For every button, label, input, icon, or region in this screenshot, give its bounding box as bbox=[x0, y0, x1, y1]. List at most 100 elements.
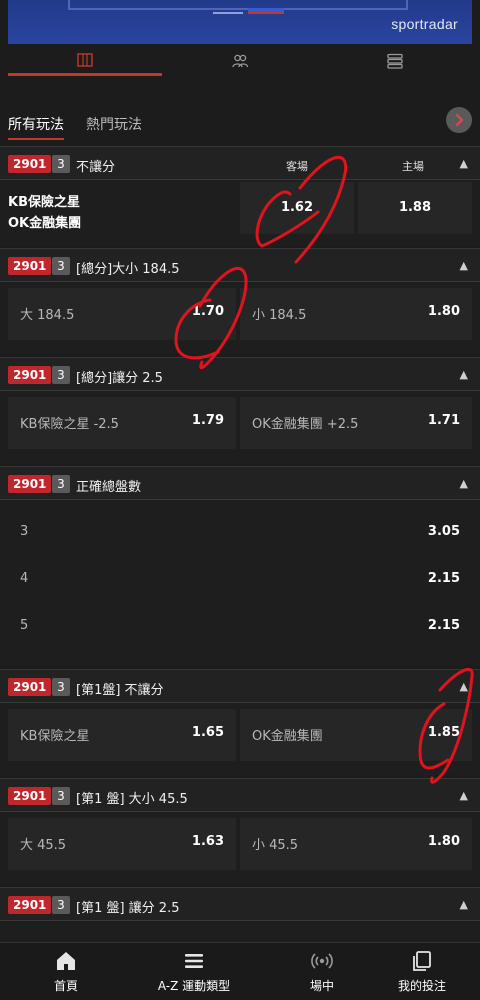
correct-sets-option[interactable]: 5 2.15 bbox=[8, 603, 472, 649]
market-count-badge: 3 bbox=[52, 475, 70, 493]
market-id-badge: 2901 bbox=[8, 787, 52, 805]
nav-my-bets-label: 我的投注 bbox=[397, 979, 446, 993]
option-odds: 2.15 bbox=[427, 571, 460, 586]
market-header[interactable]: 2901 3 [第1 盤] 讓分 2.5 ▲ bbox=[0, 887, 480, 921]
bet-type-tabs: 所有玩法 熱門玩法 bbox=[0, 108, 480, 140]
away-odds-button[interactable]: 1.62 bbox=[240, 182, 354, 234]
away-column-header: 客場 bbox=[286, 160, 308, 173]
market-title: 正確總盤數 bbox=[76, 480, 142, 495]
market-title: [第1 盤] 讓分 2.5 bbox=[76, 901, 180, 916]
market-id-badge: 2901 bbox=[8, 678, 52, 696]
nav-live-label: 場中 bbox=[309, 979, 334, 993]
home-handicap-button[interactable]: OK金融集團 +2.5 1.71 bbox=[240, 397, 472, 449]
market-count-badge: 3 bbox=[52, 257, 70, 275]
away-odds-button[interactable]: KB保險之星 1.65 bbox=[8, 709, 236, 761]
option-odds: 3.05 bbox=[427, 524, 460, 539]
away-team-label: KB保險之星 bbox=[20, 729, 90, 744]
collapse-icon[interactable]: ▲ bbox=[460, 680, 468, 693]
nav-sports-label: A-Z 運動類型 bbox=[157, 979, 231, 993]
market-id-badge: 2901 bbox=[8, 155, 52, 173]
tab-scoreboard[interactable] bbox=[8, 46, 162, 76]
odds-row: KB保險之星 1.65 OK金融集團 1.85 bbox=[8, 709, 472, 761]
collapse-icon[interactable]: ▲ bbox=[460, 898, 468, 911]
collapse-icon[interactable]: ▲ bbox=[460, 259, 468, 272]
team-home-name: OK金融集團 bbox=[8, 216, 82, 231]
market-header[interactable]: 2901 3 不讓分 客場 主場 ▲ bbox=[0, 146, 480, 180]
stream-banner: sportradar bbox=[0, 0, 480, 44]
under-odds-button[interactable]: 小 45.5 1.80 bbox=[240, 818, 472, 870]
away-handicap-odds: 1.79 bbox=[191, 413, 224, 428]
over-label: 大 184.5 bbox=[20, 308, 75, 323]
market-id-badge: 2901 bbox=[8, 475, 52, 493]
menu-icon bbox=[185, 954, 203, 968]
home-odds-button[interactable]: 1.88 bbox=[358, 182, 472, 234]
market-set1-handicap: 2901 3 [第1 盤] 讓分 2.5 ▲ bbox=[0, 887, 480, 947]
correct-sets-option[interactable]: 4 2.15 bbox=[8, 556, 472, 602]
under-odds: 1.80 bbox=[427, 304, 460, 319]
collapse-icon[interactable]: ▲ bbox=[460, 789, 468, 802]
next-button[interactable] bbox=[446, 107, 472, 133]
over-odds: 1.70 bbox=[191, 304, 224, 319]
market-title: [第1盤] 不讓分 bbox=[76, 683, 164, 698]
under-odds: 1.80 bbox=[427, 834, 460, 849]
market-header[interactable]: 2901 3 正確總盤數 ▲ bbox=[0, 466, 480, 500]
tab-list[interactable] bbox=[318, 46, 472, 76]
scoreboard-icon bbox=[77, 52, 93, 67]
away-odds: 1.65 bbox=[191, 725, 224, 740]
market-count-badge: 3 bbox=[52, 896, 70, 914]
market-header[interactable]: 2901 3 [第1 盤] 大小 45.5 ▲ bbox=[0, 778, 480, 812]
team-away-name: KB保險之星 bbox=[8, 195, 80, 210]
bottom-navigation: 首頁 A-Z 運動類型 場中 我的投注 bbox=[0, 942, 480, 1000]
home-odds: 1.85 bbox=[427, 725, 460, 740]
live-broadcast-icon bbox=[311, 953, 333, 969]
list-icon bbox=[387, 53, 403, 69]
odds-row: KB保險之星 -2.5 1.79 OK金融集團 +2.5 1.71 bbox=[8, 397, 472, 449]
odds-row: 大 45.5 1.63 小 45.5 1.80 bbox=[8, 818, 472, 870]
market-set1-total: 2901 3 [第1 盤] 大小 45.5 ▲ 大 45.5 1.63 小 45… bbox=[0, 778, 480, 884]
market-id-badge: 2901 bbox=[8, 366, 52, 384]
market-count-badge: 3 bbox=[52, 787, 70, 805]
market-handicap: 2901 3 [總分]讓分 2.5 ▲ KB保險之星 -2.5 1.79 OK金… bbox=[0, 357, 480, 463]
chevron-right-icon bbox=[455, 113, 464, 127]
players-icon bbox=[232, 54, 249, 68]
tab-all-bets[interactable]: 所有玩法 bbox=[8, 114, 64, 140]
nav-home-label: 首頁 bbox=[53, 979, 78, 993]
collapse-icon[interactable]: ▲ bbox=[460, 368, 468, 381]
market-id-badge: 2901 bbox=[8, 896, 52, 914]
home-odds-button[interactable]: OK金融集團 1.85 bbox=[240, 709, 472, 761]
market-correct-sets: 2901 3 正確總盤數 ▲ 3 3.05 4 2.15 5 2.15 bbox=[0, 466, 480, 666]
home-column-header: 主場 bbox=[402, 160, 424, 173]
under-label: 小 184.5 bbox=[252, 308, 307, 323]
sportradar-logo: sportradar bbox=[391, 16, 458, 32]
market-id-badge: 2901 bbox=[8, 257, 52, 275]
nav-my-bets[interactable]: 我的投注 bbox=[362, 949, 480, 994]
over-odds-button[interactable]: 大 45.5 1.63 bbox=[8, 818, 236, 870]
away-handicap-button[interactable]: KB保險之星 -2.5 1.79 bbox=[8, 397, 236, 449]
market-count-badge: 3 bbox=[52, 678, 70, 696]
nav-sports[interactable]: A-Z 運動類型 bbox=[134, 949, 254, 994]
betslip-icon bbox=[413, 951, 431, 971]
under-odds-button[interactable]: 小 184.5 1.80 bbox=[240, 288, 472, 340]
market-title: [總分]讓分 2.5 bbox=[76, 371, 163, 386]
nav-home[interactable]: 首頁 bbox=[6, 949, 126, 994]
tab-popular-bets[interactable]: 熱門玩法 bbox=[86, 114, 142, 134]
option-odds: 2.15 bbox=[427, 618, 460, 633]
tab-players[interactable] bbox=[163, 46, 317, 76]
collapse-icon[interactable]: ▲ bbox=[460, 157, 468, 170]
away-handicap-label: KB保險之星 -2.5 bbox=[20, 417, 119, 432]
market-title: [總分]大小 184.5 bbox=[76, 262, 180, 277]
market-total-points: 2901 3 [總分]大小 184.5 ▲ 大 184.5 1.70 小 184… bbox=[0, 248, 480, 354]
market-header[interactable]: 2901 3 [第1盤] 不讓分 ▲ bbox=[0, 669, 480, 703]
view-tabs bbox=[0, 46, 480, 78]
home-handicap-odds: 1.71 bbox=[427, 413, 460, 428]
market-count-badge: 3 bbox=[52, 366, 70, 384]
market-header[interactable]: 2901 3 [總分]讓分 2.5 ▲ bbox=[0, 357, 480, 391]
home-team-label: OK金融集團 bbox=[252, 729, 323, 744]
odds-row: 大 184.5 1.70 小 184.5 1.80 bbox=[8, 288, 472, 340]
over-label: 大 45.5 bbox=[20, 838, 67, 853]
market-header[interactable]: 2901 3 [總分]大小 184.5 ▲ bbox=[0, 248, 480, 282]
over-odds-button[interactable]: 大 184.5 1.70 bbox=[8, 288, 236, 340]
market-title: [第1 盤] 大小 45.5 bbox=[76, 792, 188, 807]
correct-sets-option[interactable]: 3 3.05 bbox=[8, 509, 472, 555]
collapse-icon[interactable]: ▲ bbox=[460, 477, 468, 490]
